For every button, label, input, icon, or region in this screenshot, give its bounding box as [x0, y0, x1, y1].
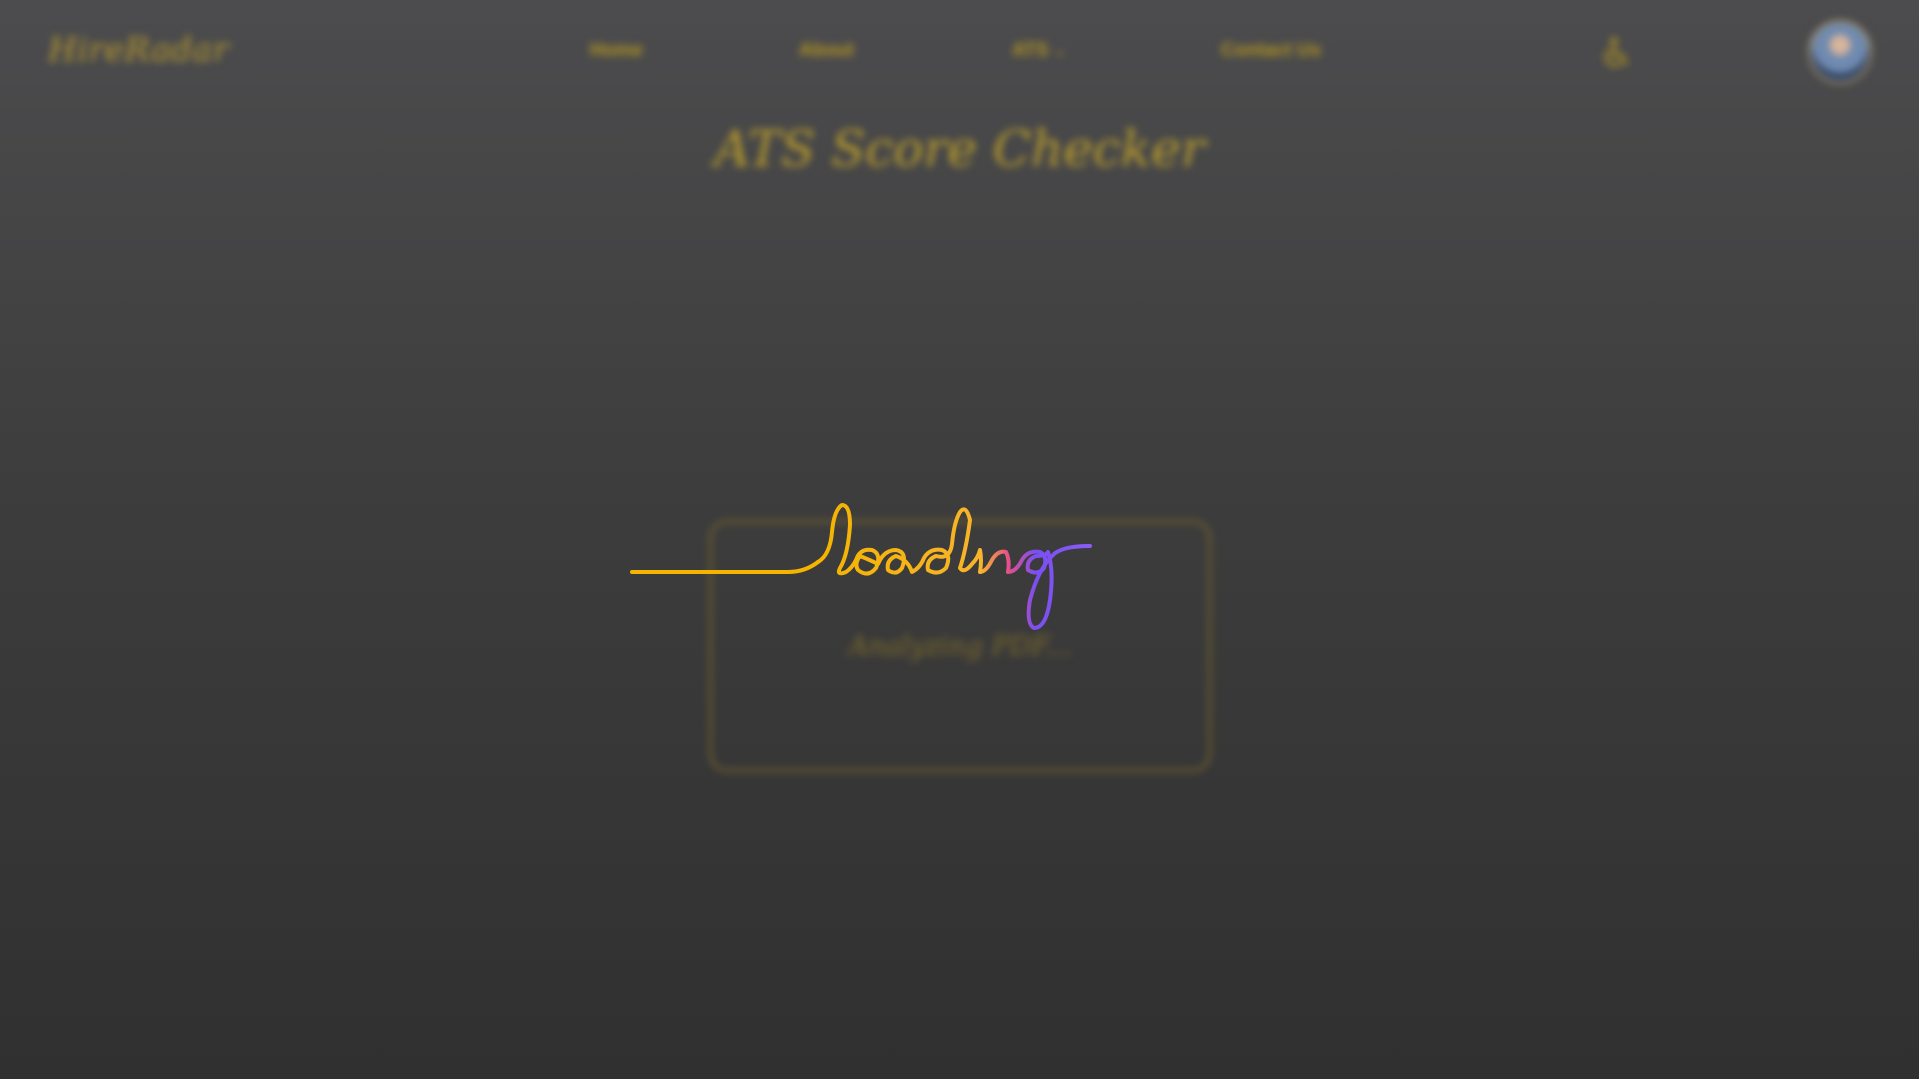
- nav-home-label: Home: [590, 40, 643, 61]
- user-avatar[interactable]: [1808, 20, 1872, 84]
- nav-contact-label: Contact Us: [1221, 40, 1322, 61]
- loading-lead-line: [630, 560, 820, 574]
- nav-about-link[interactable]: About: [799, 40, 854, 62]
- loading-script-animation: [630, 503, 1092, 630]
- nav-ats-dropdown[interactable]: ATS ⌄: [1012, 40, 1066, 62]
- loading-label: loading: [620, 460, 621, 461]
- chevron-down-icon: ⌄: [1054, 42, 1066, 58]
- accessibility-icon[interactable]: [1600, 36, 1632, 70]
- brand-logo[interactable]: HireRadar: [48, 30, 229, 69]
- page-title: ATS Score Checker: [714, 120, 1205, 178]
- nav-about-label: About: [799, 40, 854, 61]
- top-navbar: HireRadar Home About ATS ⌄ Contact Us: [0, 0, 1919, 105]
- accessibility-icon-svg: [1604, 37, 1628, 67]
- loading-word-path: [816, 503, 1092, 630]
- loading-overlay: loading: [620, 460, 1140, 640]
- nav-ats-label: ATS: [1012, 40, 1049, 61]
- nav-contact-link[interactable]: Contact Us: [1221, 40, 1321, 62]
- nav-home-link[interactable]: Home: [590, 40, 643, 62]
